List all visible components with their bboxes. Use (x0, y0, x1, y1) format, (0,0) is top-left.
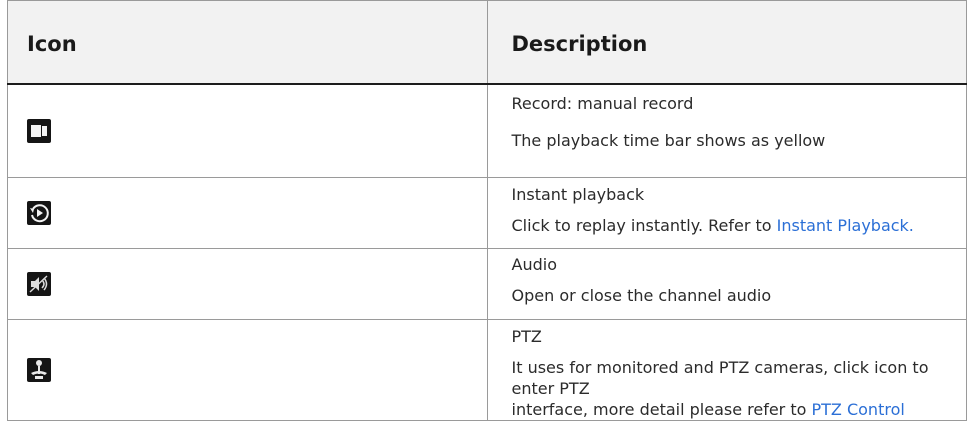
record-icon (27, 119, 51, 143)
icon-cell (7, 177, 488, 249)
row-detail-line-1: It uses for monitored and PTZ cameras, c… (511, 358, 929, 398)
ptz-control-link[interactable]: PTZ Control (812, 400, 905, 419)
description-cell: PTZ It uses for monitored and PTZ camera… (486, 319, 967, 421)
instant-playback-link[interactable]: Instant Playback. (777, 216, 914, 235)
description-cell: Instant playback Click to replay instant… (486, 177, 967, 249)
table-row: Record: manual record The playback time … (7, 83, 967, 178)
table-header-row: Icon Description (7, 0, 967, 85)
header-description: Description (486, 0, 967, 85)
icon-cell (7, 319, 488, 421)
table-row: PTZ It uses for monitored and PTZ camera… (7, 319, 967, 421)
row-detail: Click to replay instantly. Refer to Inst… (512, 205, 967, 236)
row-detail-text: Click to replay instantly. Refer to (511, 216, 777, 235)
row-title: Audio (511, 255, 557, 274)
row-title: Record: manual record (511, 94, 694, 113)
icon-cell (7, 83, 488, 178)
row-detail: The playback time bar shows as yellow (511, 131, 826, 150)
table-row: Instant playback Click to replay instant… (7, 177, 967, 249)
row-detail: It uses for monitored and PTZ cameras, c… (512, 347, 967, 420)
table-row: Audio Open or close the channel audio (7, 248, 967, 320)
description-cell: Audio Open or close the channel audio (486, 248, 967, 320)
icon-description-table: Icon Description Record: manual record T… (7, 0, 967, 421)
ptz-icon (27, 358, 51, 382)
description-cell: Record: manual record The playback time … (486, 83, 967, 178)
row-title: Instant playback (511, 185, 645, 204)
row-detail-line-2: interface, more detail please refer to (511, 400, 812, 419)
row-detail: Open or close the channel audio (511, 286, 772, 305)
instant-playback-icon (27, 201, 51, 225)
audio-muted-icon (27, 272, 51, 296)
row-title: PTZ (511, 327, 542, 346)
icon-cell (7, 248, 488, 320)
header-icon: Icon (7, 0, 488, 85)
